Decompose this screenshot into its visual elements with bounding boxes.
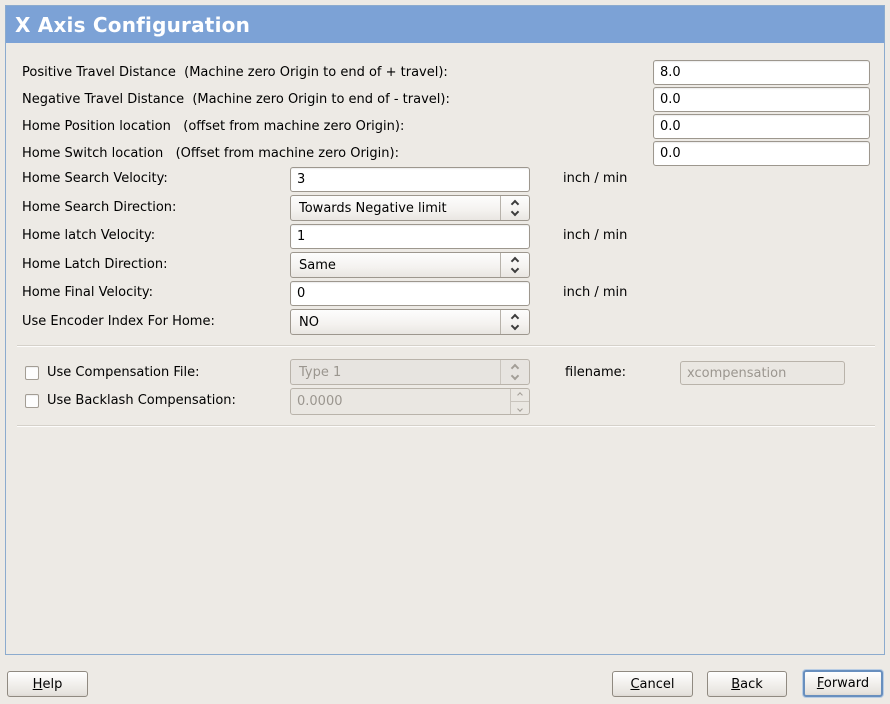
positive-travel-label: Positive Travel Distance (Machine zero O… xyxy=(22,64,448,82)
combo-arrows-icon xyxy=(500,310,529,334)
filename-label: filename: xyxy=(565,364,626,382)
home-latch-velocity-label: Home latch Velocity: xyxy=(22,227,155,245)
combo-arrows-icon xyxy=(500,360,529,384)
home-position-input[interactable] xyxy=(653,114,870,139)
combo-selected-value: Type 1 xyxy=(291,365,500,380)
combo-arrows-icon xyxy=(500,253,529,277)
cancel-button[interactable]: Cancel xyxy=(612,671,693,697)
home-switch-input[interactable] xyxy=(653,141,870,166)
latch-velocity-unit: inch / min xyxy=(563,227,627,245)
home-final-velocity-label: Home Final Velocity: xyxy=(22,284,153,302)
encoder-index-combo[interactable]: NO xyxy=(290,309,530,335)
use-backlash-label[interactable]: Use Backlash Compensation: xyxy=(47,392,236,410)
forward-button[interactable]: Forward xyxy=(803,670,883,697)
spin-up-icon[interactable] xyxy=(511,389,529,402)
home-switch-label: Home Switch location (Offset from machin… xyxy=(22,145,399,163)
home-latch-direction-label: Home Latch Direction: xyxy=(22,256,167,274)
use-compensation-file-checkbox[interactable] xyxy=(25,366,39,380)
page-title: X Axis Configuration xyxy=(15,13,250,37)
use-backlash-checkbox[interactable] xyxy=(25,394,39,408)
home-search-direction-combo[interactable]: Towards Negative limit xyxy=(290,195,530,221)
final-velocity-unit: inch / min xyxy=(563,284,627,302)
positive-travel-input[interactable] xyxy=(653,60,870,85)
home-search-velocity-label: Home Search Velocity: xyxy=(22,170,168,188)
dialog-frame: X Axis Configuration Positive Travel Dis… xyxy=(5,5,885,655)
help-button[interactable]: Help xyxy=(7,671,88,697)
home-latch-velocity-input[interactable] xyxy=(290,224,530,249)
backlash-spinbox[interactable]: 0.0000 xyxy=(290,388,530,415)
home-search-direction-label: Home Search Direction: xyxy=(22,199,176,217)
use-compensation-file-label[interactable]: Use Compensation File: xyxy=(47,364,200,382)
combo-arrows-icon xyxy=(500,196,529,220)
compensation-type-combo[interactable]: Type 1 xyxy=(290,359,530,385)
combo-selected-value: Towards Negative limit xyxy=(291,201,500,216)
spin-value: 0.0000 xyxy=(291,389,510,414)
negative-travel-input[interactable] xyxy=(653,87,870,112)
dialog-header: X Axis Configuration xyxy=(6,6,884,43)
separator xyxy=(17,425,875,427)
home-final-velocity-input[interactable] xyxy=(290,281,530,306)
search-velocity-unit: inch / min xyxy=(563,170,627,188)
spin-down-icon[interactable] xyxy=(511,402,529,414)
negative-travel-label: Negative Travel Distance (Machine zero O… xyxy=(22,91,450,109)
home-latch-direction-combo[interactable]: Same xyxy=(290,252,530,278)
compensation-filename-input[interactable] xyxy=(680,361,845,385)
spin-arrows-icon[interactable] xyxy=(510,389,529,414)
combo-selected-value: Same xyxy=(291,258,500,273)
separator xyxy=(17,345,875,347)
home-search-velocity-input[interactable] xyxy=(290,167,530,192)
encoder-index-label: Use Encoder Index For Home: xyxy=(22,313,215,331)
home-position-label: Home Position location (offset from mach… xyxy=(22,118,404,136)
combo-selected-value: NO xyxy=(291,315,500,330)
back-button[interactable]: Back xyxy=(707,671,787,697)
